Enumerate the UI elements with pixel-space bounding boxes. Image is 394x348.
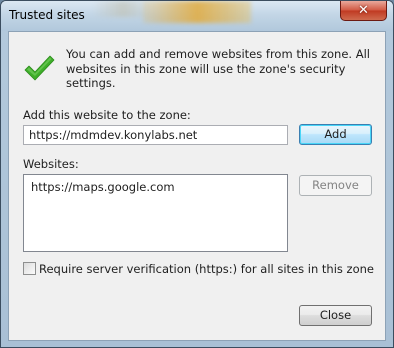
add-button[interactable]: Add xyxy=(299,124,372,145)
websites-label: Websites: xyxy=(23,157,79,171)
info-text: You can add and remove websites from thi… xyxy=(66,47,370,90)
remove-button[interactable]: Remove xyxy=(299,175,372,196)
close-button[interactable]: Close xyxy=(299,305,372,326)
list-item[interactable]: https://maps.google.com xyxy=(31,180,175,194)
background-blur-highlight xyxy=(143,1,251,23)
websites-list[interactable]: https://maps.google.com xyxy=(23,174,288,252)
window-title: Trusted sites xyxy=(9,8,85,22)
close-icon: ✕ xyxy=(358,3,369,18)
trusted-sites-window: Trusted sites ✕ You can add and remove w… xyxy=(0,0,394,348)
add-website-label: Add this website to the zone: xyxy=(23,108,191,122)
green-check-icon xyxy=(24,55,55,81)
dialog-body: You can add and remove websites from thi… xyxy=(8,31,386,341)
require-https-checkbox[interactable] xyxy=(23,262,36,275)
website-input[interactable] xyxy=(23,125,288,145)
require-https-label[interactable]: Require server verification (https:) for… xyxy=(39,262,374,276)
window-close-button[interactable]: ✕ xyxy=(340,1,387,21)
title-bar[interactable]: Trusted sites ✕ xyxy=(1,1,393,31)
